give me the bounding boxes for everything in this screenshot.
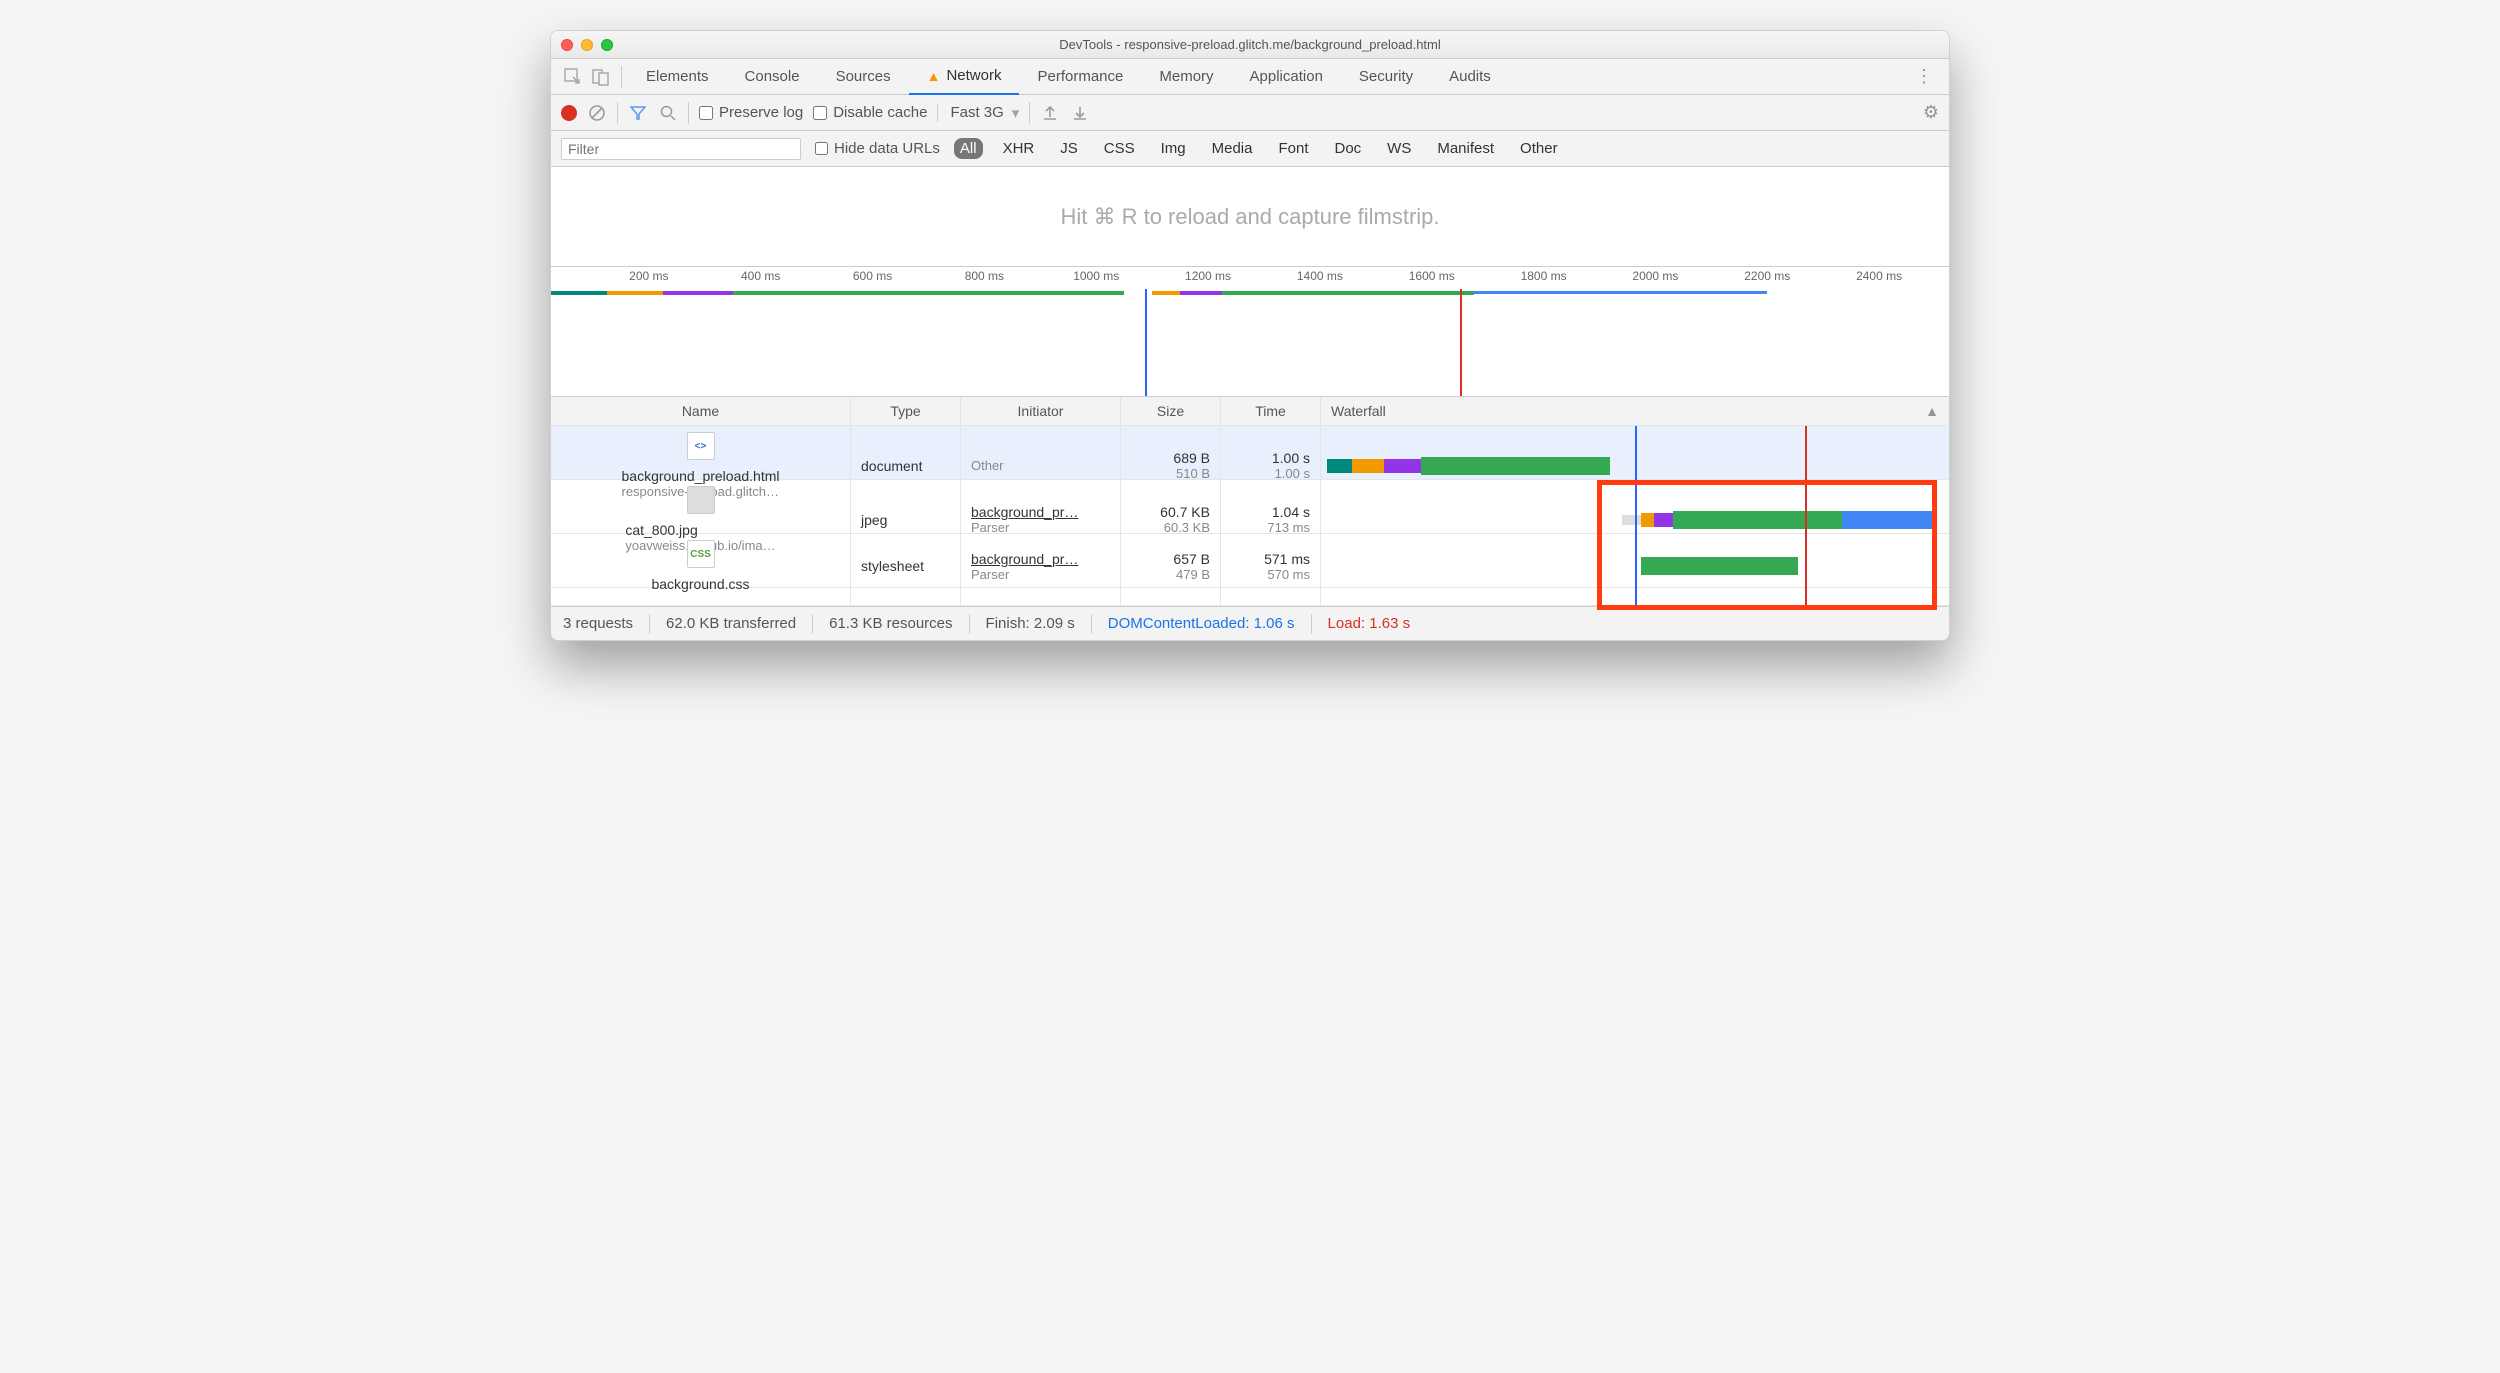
table-row[interactable]: CSS background.css stylesheet background… — [551, 534, 1949, 588]
tab-performance[interactable]: Performance — [1019, 59, 1141, 95]
download-har-icon[interactable] — [1070, 103, 1090, 123]
dcl-marker — [1145, 289, 1147, 396]
disable-cache-checkbox[interactable]: Disable cache — [813, 104, 927, 121]
table-row[interactable]: <> background_preload.html responsive-pr… — [551, 426, 1949, 480]
tick-label: 1800 ms — [1521, 269, 1567, 283]
tick-label: 400 ms — [741, 269, 780, 283]
request-initiator[interactable]: background_pr… — [971, 504, 1110, 520]
titlebar: DevTools - responsive-preload.glitch.me/… — [551, 31, 1949, 59]
warning-icon: ▲ — [927, 68, 941, 84]
image-icon — [687, 486, 715, 514]
tab-audits[interactable]: Audits — [1431, 59, 1509, 95]
tab-security[interactable]: Security — [1341, 59, 1431, 95]
filter-type-img[interactable]: Img — [1155, 138, 1192, 159]
clear-icon[interactable] — [587, 103, 607, 123]
filter-type-doc[interactable]: Doc — [1328, 138, 1367, 159]
record-button[interactable] — [561, 105, 577, 121]
tab-console[interactable]: Console — [727, 59, 818, 95]
tick-label: 2400 ms — [1856, 269, 1902, 283]
tick-label: 2000 ms — [1632, 269, 1678, 283]
filter-type-ws[interactable]: WS — [1381, 138, 1417, 159]
tab-application[interactable]: Application — [1232, 59, 1341, 95]
request-initiator[interactable]: background_pr… — [971, 551, 1110, 567]
filter-input[interactable] — [561, 138, 801, 160]
tab-sources[interactable]: Sources — [818, 59, 909, 95]
preserve-log-checkbox[interactable]: Preserve log — [699, 104, 803, 121]
tick-label: 1200 ms — [1185, 269, 1231, 283]
settings-gear-icon[interactable]: ⚙ — [1923, 102, 1939, 123]
tick-label: 800 ms — [965, 269, 1004, 283]
hide-data-urls-checkbox[interactable]: Hide data URLs — [815, 140, 940, 157]
status-transferred: 62.0 KB transferred — [666, 615, 796, 632]
table-header: Name Type Initiator Size Time Waterfall … — [551, 397, 1949, 426]
load-marker — [1460, 289, 1462, 396]
col-name[interactable]: Name — [551, 397, 851, 425]
panel-tabbar: Elements Console Sources ▲ Network Perfo… — [551, 59, 1949, 95]
inspect-element-icon[interactable] — [559, 63, 587, 91]
filter-type-css[interactable]: CSS — [1098, 138, 1141, 159]
window-title: DevTools - responsive-preload.glitch.me/… — [551, 37, 1949, 52]
tick-label: 2200 ms — [1744, 269, 1790, 283]
tick-label: 600 ms — [853, 269, 892, 283]
filter-type-all[interactable]: All — [954, 138, 983, 159]
devtools-window: DevTools - responsive-preload.glitch.me/… — [550, 30, 1950, 641]
search-icon[interactable] — [658, 103, 678, 123]
status-domcontentloaded: DOMContentLoaded: 1.06 s — [1108, 615, 1295, 632]
filter-type-font[interactable]: Font — [1272, 138, 1314, 159]
filter-bar: Hide data URLs All XHR JS CSS Img Media … — [551, 131, 1949, 167]
table-row[interactable]: cat_800.jpg yoavweiss.github.io/ima… jpe… — [551, 480, 1949, 534]
more-options-icon[interactable]: ⋮ — [1907, 66, 1941, 87]
col-initiator[interactable]: Initiator — [961, 397, 1121, 425]
status-requests: 3 requests — [563, 615, 633, 632]
chevron-down-icon: ▾ — [1012, 104, 1020, 122]
col-waterfall[interactable]: Waterfall ▲ — [1321, 397, 1949, 425]
requests-table: Name Type Initiator Size Time Waterfall … — [551, 397, 1949, 606]
status-finish: Finish: 2.09 s — [986, 615, 1075, 632]
tick-label: 1600 ms — [1409, 269, 1455, 283]
timeline-overview[interactable]: 200 ms 400 ms 600 ms 800 ms 1000 ms 1200… — [551, 267, 1949, 397]
status-resources: 61.3 KB resources — [829, 615, 952, 632]
filter-type-manifest[interactable]: Manifest — [1431, 138, 1500, 159]
col-time[interactable]: Time — [1221, 397, 1321, 425]
status-load: Load: 1.63 s — [1328, 615, 1411, 632]
status-bar: 3 requests 62.0 KB transferred 61.3 KB r… — [551, 606, 1949, 640]
tab-memory[interactable]: Memory — [1141, 59, 1231, 95]
throttling-dropdown[interactable]: Fast 3G ▾ — [937, 104, 1019, 122]
css-icon: CSS — [687, 540, 715, 568]
tick-label: 1400 ms — [1297, 269, 1343, 283]
sort-indicator-icon: ▲ — [1925, 403, 1939, 419]
table-row-empty — [551, 588, 1949, 606]
request-initiator: Other — [971, 458, 1110, 473]
filter-type-media[interactable]: Media — [1206, 138, 1259, 159]
device-toolbar-icon[interactable] — [587, 63, 615, 91]
col-size[interactable]: Size — [1121, 397, 1221, 425]
filter-type-js[interactable]: JS — [1054, 138, 1084, 159]
tab-elements[interactable]: Elements — [628, 59, 727, 95]
document-icon: <> — [687, 432, 715, 460]
tick-label: 1000 ms — [1073, 269, 1119, 283]
upload-har-icon[interactable] — [1040, 103, 1060, 123]
filter-type-xhr[interactable]: XHR — [997, 138, 1041, 159]
filmstrip-hint: Hit ⌘ R to reload and capture filmstrip. — [551, 167, 1949, 267]
filter-toggle-icon[interactable] — [628, 103, 648, 123]
tick-label: 200 ms — [629, 269, 668, 283]
col-type[interactable]: Type — [851, 397, 961, 425]
filter-type-other[interactable]: Other — [1514, 138, 1564, 159]
tab-network[interactable]: ▲ Network — [909, 59, 1020, 95]
network-toolbar: Preserve log Disable cache Fast 3G ▾ ⚙ — [551, 95, 1949, 131]
